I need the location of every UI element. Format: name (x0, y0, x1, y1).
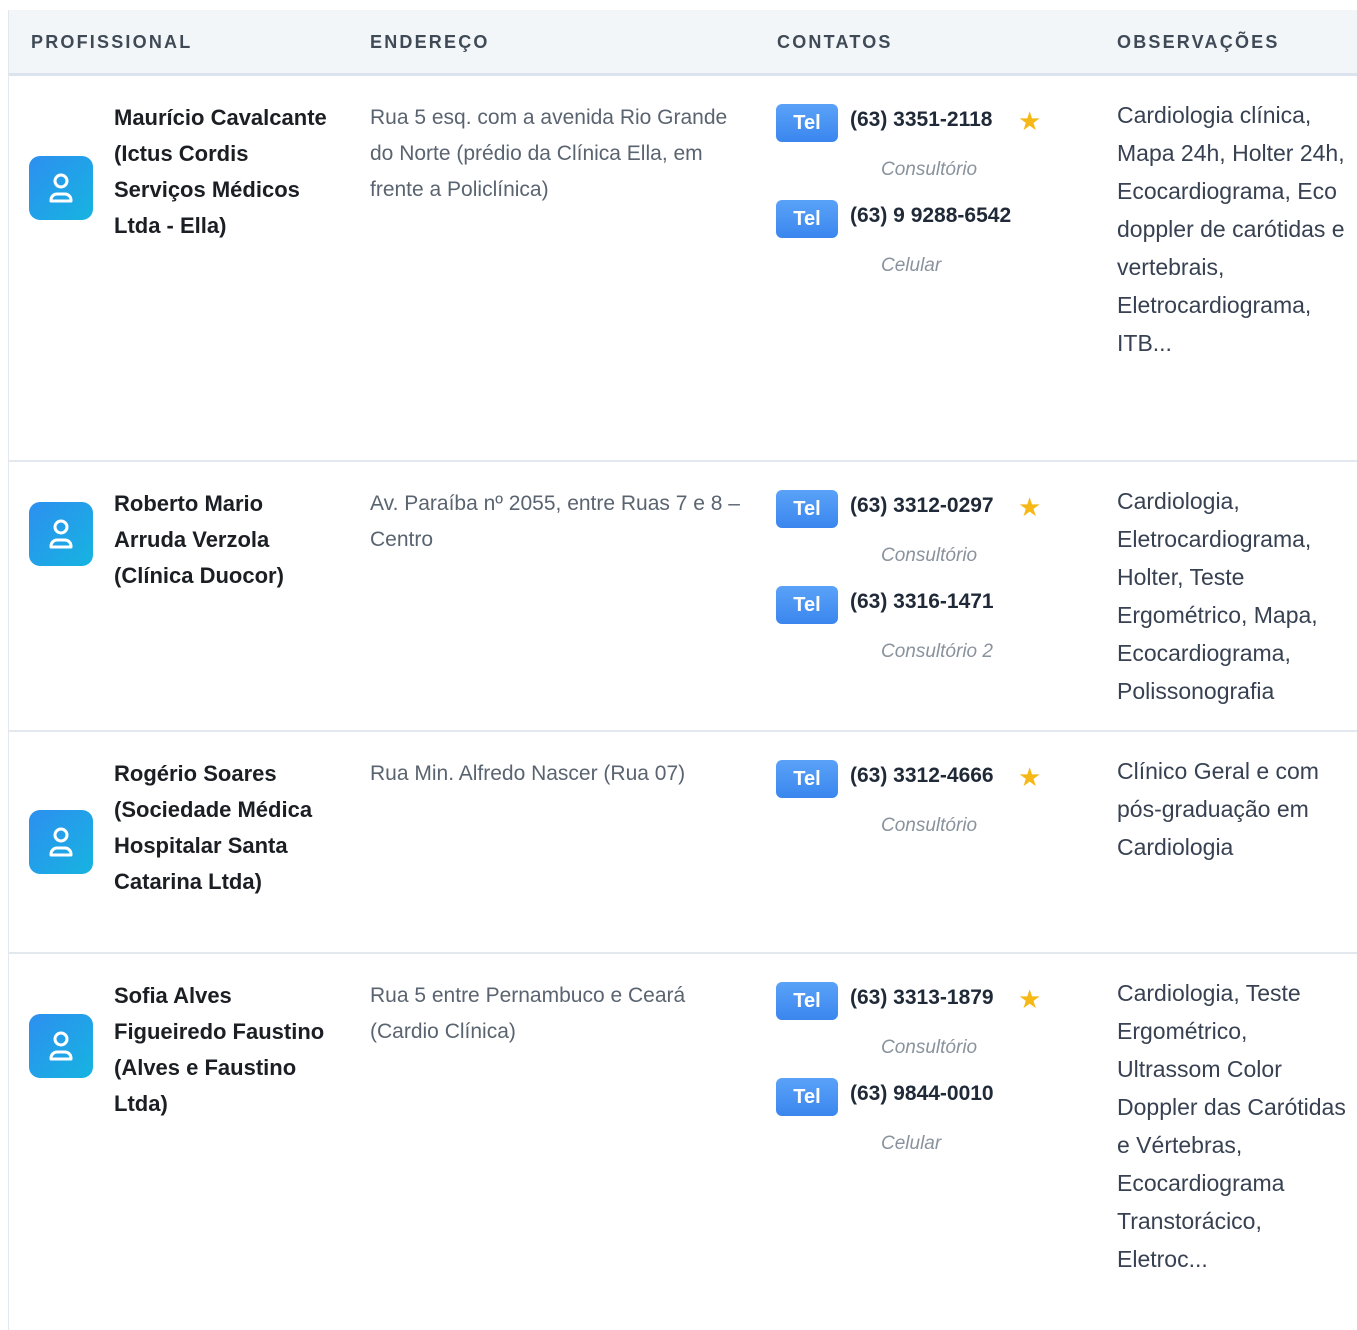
user-icon (49, 827, 73, 857)
professional-notes: Clínico Geral e com pós-graduação em Car… (1117, 758, 1319, 860)
contact-list: Tel (63) 3351-2118 ★ Consultório Tel (63… (776, 100, 1076, 292)
professional-name[interactable]: Maurício Cavalcante (Ictus Cordis Serviç… (114, 100, 329, 244)
contact-type: Consultório (881, 159, 978, 180)
table-row: Maurício Cavalcante (Ictus Cordis Serviç… (9, 76, 1357, 462)
phone-number[interactable]: (63) 3316-1471 (850, 590, 994, 614)
professional-name[interactable]: Roberto Mario Arruda Verzola (Clínica Du… (114, 486, 329, 594)
contact-type: Consultório 2 (881, 641, 993, 662)
contact-item: Tel (63) 3351-2118 ★ Consultório (776, 100, 1076, 196)
star-icon: ★ (1018, 762, 1042, 792)
header-address[interactable]: ENDEREÇO (370, 32, 490, 53)
contact-type: Consultório (881, 815, 978, 836)
tel-badge[interactable]: Tel (776, 982, 838, 1020)
contact-list: Tel (63) 3312-4666 ★ Consultório (776, 756, 1076, 852)
professional-name[interactable]: Sofia Alves Figueiredo Faustino (Alves e… (114, 978, 329, 1122)
professional-address: Av. Paraíba nº 2055, entre Ruas 7 e 8 – … (370, 492, 740, 551)
professional-address: Rua 5 entre Pernambuco e Ceará (Cardio C… (370, 984, 686, 1043)
contact-item: Tel (63) 3316-1471 Consultório 2 (776, 582, 1076, 678)
contact-item: Tel (63) 3313-1879 ★ Consultório (776, 978, 1076, 1074)
tel-badge[interactable]: Tel (776, 200, 838, 238)
professional-notes: Cardiologia, Eletrocardiograma, Holter, … (1117, 488, 1318, 704)
table-row: Rogério Soares (Sociedade Médica Hospita… (9, 732, 1357, 954)
user-icon (49, 519, 73, 549)
star-icon: ★ (1018, 492, 1042, 522)
tel-badge[interactable]: Tel (776, 586, 838, 624)
user-icon (49, 173, 73, 203)
contact-list: Tel (63) 3313-1879 ★ Consultório Tel (63… (776, 978, 1076, 1170)
professional-address: Rua 5 esq. com a avenida Rio Grande do N… (370, 106, 728, 201)
contact-list: Tel (63) 3312-0297 ★ Consultório Tel (63… (776, 486, 1076, 678)
tel-badge[interactable]: Tel (776, 104, 838, 142)
header-professional[interactable]: PROFISSIONAL (31, 32, 192, 53)
table-header: PROFISSIONAL ENDEREÇO CONTATOS OBSERVAÇÕ… (9, 10, 1357, 76)
contact-item: Tel (63) 3312-0297 ★ Consultório (776, 486, 1076, 582)
professionals-table: PROFISSIONAL ENDEREÇO CONTATOS OBSERVAÇÕ… (8, 10, 1357, 1330)
professional-notes: Cardiologia clínica, Mapa 24h, Holter 24… (1117, 102, 1345, 356)
avatar (29, 156, 93, 220)
phone-number[interactable]: (63) 3312-0297 (850, 494, 994, 518)
phone-number[interactable]: (63) 9844-0010 (850, 1082, 994, 1106)
professional-address: Rua Min. Alfredo Nascer (Rua 07) (370, 762, 686, 785)
contact-item: Tel (63) 9 9288-6542 Celular (776, 196, 1076, 292)
avatar (29, 1014, 93, 1078)
contact-item: Tel (63) 3312-4666 ★ Consultório (776, 756, 1076, 852)
tel-badge[interactable]: Tel (776, 760, 838, 798)
table-row: Sofia Alves Figueiredo Faustino (Alves e… (9, 954, 1357, 1330)
phone-number[interactable]: (63) 3312-4666 (850, 764, 994, 788)
star-icon: ★ (1018, 106, 1042, 136)
header-notes[interactable]: OBSERVAÇÕES (1117, 32, 1280, 53)
user-icon (49, 1031, 73, 1061)
header-contacts[interactable]: CONTATOS (777, 32, 893, 53)
contact-type: Celular (881, 1133, 942, 1154)
phone-number[interactable]: (63) 3351-2118 (850, 108, 992, 132)
avatar (29, 502, 93, 566)
contact-type: Consultório (881, 1037, 978, 1058)
tel-badge[interactable]: Tel (776, 490, 838, 528)
contact-type: Consultório (881, 545, 978, 566)
table-row: Roberto Mario Arruda Verzola (Clínica Du… (9, 462, 1357, 732)
contact-item: Tel (63) 9844-0010 Celular (776, 1074, 1076, 1170)
professional-name[interactable]: Rogério Soares (Sociedade Médica Hospita… (114, 756, 329, 900)
phone-number[interactable]: (63) 9 9288-6542 (850, 204, 1011, 228)
star-icon: ★ (1018, 984, 1042, 1014)
tel-badge[interactable]: Tel (776, 1078, 838, 1116)
contact-type: Celular (881, 255, 942, 276)
phone-number[interactable]: (63) 3313-1879 (850, 986, 994, 1010)
professional-notes: Cardiologia, Teste Ergométrico, Ultrasso… (1117, 980, 1346, 1272)
avatar (29, 810, 93, 874)
